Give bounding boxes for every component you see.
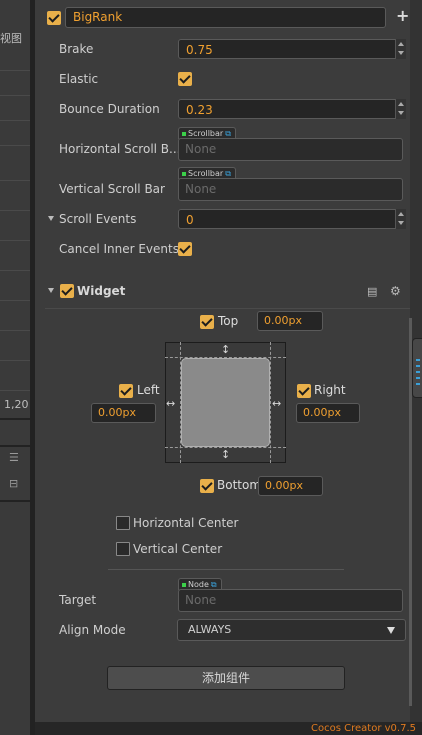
right-checkbox[interactable] [297, 384, 311, 398]
top-checkbox[interactable] [200, 315, 214, 329]
right-input[interactable]: 0.00px [296, 403, 360, 423]
link-icon: ⧉ [225, 129, 231, 138]
hamburger-icon[interactable]: ☰ [9, 451, 19, 464]
top-input[interactable]: 0.00px [257, 311, 323, 331]
left-input[interactable]: 0.00px [91, 403, 156, 423]
brake-label: Brake [59, 42, 94, 56]
add-icon[interactable]: + [396, 6, 409, 25]
scroll-events-input[interactable]: 0 [178, 209, 406, 229]
align-mode-select[interactable]: ALWAYS [177, 619, 406, 641]
horizontal-center-checkbox[interactable] [116, 516, 130, 530]
gear-icon[interactable]: ⚙ [390, 284, 401, 298]
bottom-checkbox[interactable] [200, 479, 214, 493]
horizontal-scrollbar-field[interactable]: None [178, 138, 403, 161]
side-drag-handle[interactable] [412, 338, 422, 398]
expand-triangle-icon[interactable] [48, 216, 54, 221]
vertical-center-label: Vertical Center [133, 542, 223, 556]
brake-input[interactable]: 0.75 [178, 39, 406, 59]
bottom-spacing-arrow-icon: ↕ [221, 448, 231, 461]
add-component-button[interactable]: 添加组件 [107, 666, 345, 690]
bottom-input[interactable]: 0.00px [258, 476, 323, 496]
book-icon[interactable]: ▤ [367, 285, 377, 298]
target-label: Target [59, 593, 97, 607]
link-icon: ⧉ [210, 580, 217, 589]
left-spacing-arrow-icon: ↔ [166, 397, 176, 410]
node-name-input[interactable]: BigRank [65, 7, 386, 28]
alignment-target-box [181, 358, 270, 447]
top-spacing-arrow-icon: ↕ [221, 343, 231, 356]
bounce-duration-input[interactable]: 0.23 [178, 99, 406, 119]
bounce-duration-stepper[interactable] [395, 99, 406, 119]
cancel-inner-events-checkbox[interactable] [178, 242, 192, 256]
widget-enabled-checkbox[interactable] [60, 284, 74, 298]
status-bar: Cocos Creator v0.7.5 [35, 722, 422, 735]
left-panel: 视图 1,20 ☰ ⊟ [0, 0, 31, 735]
scroll-events-stepper[interactable] [395, 209, 406, 229]
view-label: 视图 [0, 32, 22, 45]
coordinate-readout: 1,20 [4, 398, 29, 411]
right-label: Right [314, 383, 346, 397]
vertical-scrollbar-field[interactable]: None [178, 178, 403, 201]
link-icon: ⧉ [225, 169, 231, 178]
divider [108, 569, 344, 570]
right-spacing-arrow-icon: ↔ [272, 397, 282, 410]
bounce-duration-label: Bounce Duration [59, 102, 160, 116]
brake-stepper[interactable] [395, 39, 406, 59]
collapse-icon[interactable]: ⊟ [9, 477, 18, 490]
bottom-label: Bottom [217, 478, 262, 492]
widget-title: Widget [77, 284, 126, 298]
elastic-checkbox[interactable] [178, 72, 192, 86]
left-label: Left [137, 383, 160, 397]
horizontal-center-label: Horizontal Center [133, 516, 239, 530]
scroll-events-label: Scroll Events [59, 212, 137, 226]
chevron-down-icon [387, 627, 395, 634]
version-text: Cocos Creator v0.7.5 [311, 723, 416, 734]
horizontal-scrollbar-label: Horizontal Scroll B... [59, 142, 181, 156]
vertical-scrollbar-label: Vertical Scroll Bar [59, 182, 165, 196]
left-checkbox[interactable] [119, 384, 133, 398]
target-field[interactable]: None [178, 589, 403, 612]
cancel-inner-events-label: Cancel Inner Events [59, 242, 179, 256]
elastic-label: Elastic [59, 72, 99, 86]
vertical-center-checkbox[interactable] [116, 542, 130, 556]
top-label: Top [218, 314, 239, 328]
collapse-triangle-icon[interactable] [48, 288, 54, 293]
align-mode-label: Align Mode [59, 623, 126, 637]
node-active-checkbox[interactable] [47, 11, 61, 25]
